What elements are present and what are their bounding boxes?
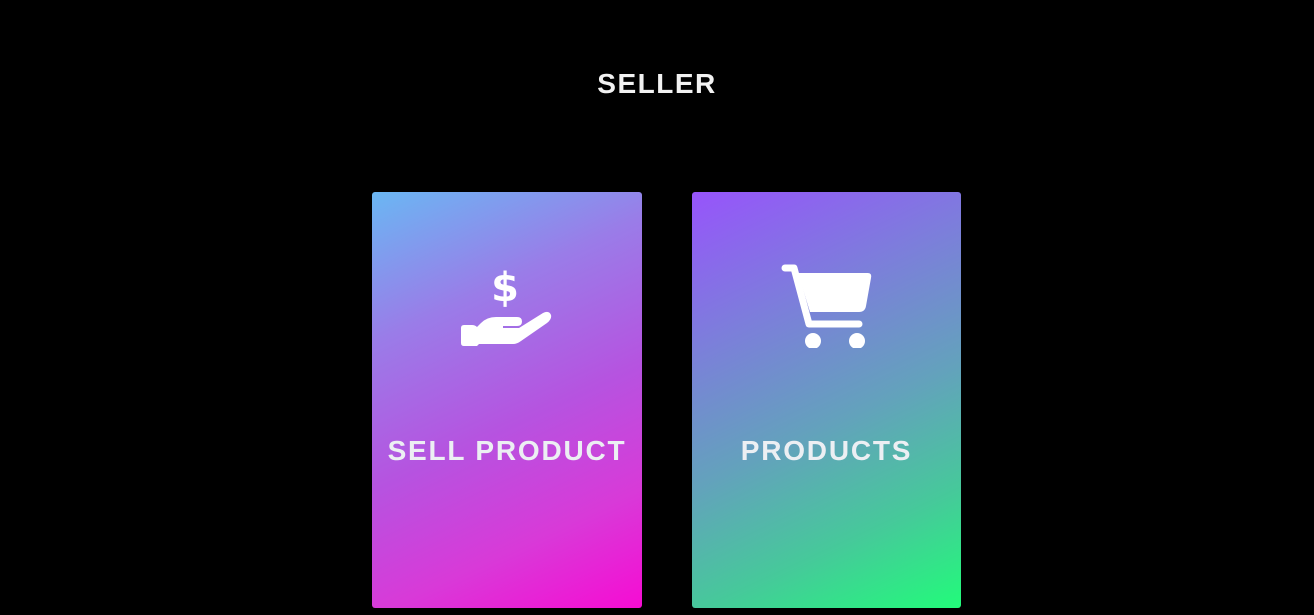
hand-dollar-icon: $ (372, 264, 642, 348)
sell-product-label: SELL PRODUCT (387, 435, 627, 466)
page-title: SELLER (597, 68, 717, 99)
sell-product-card[interactable]: $ SELL PRODUCT (372, 192, 642, 608)
products-card[interactable]: PRODUCTS (692, 192, 961, 608)
products-label: PRODUCTS (740, 435, 913, 466)
shopping-cart-icon (692, 264, 961, 348)
svg-text:$: $ (491, 265, 519, 311)
